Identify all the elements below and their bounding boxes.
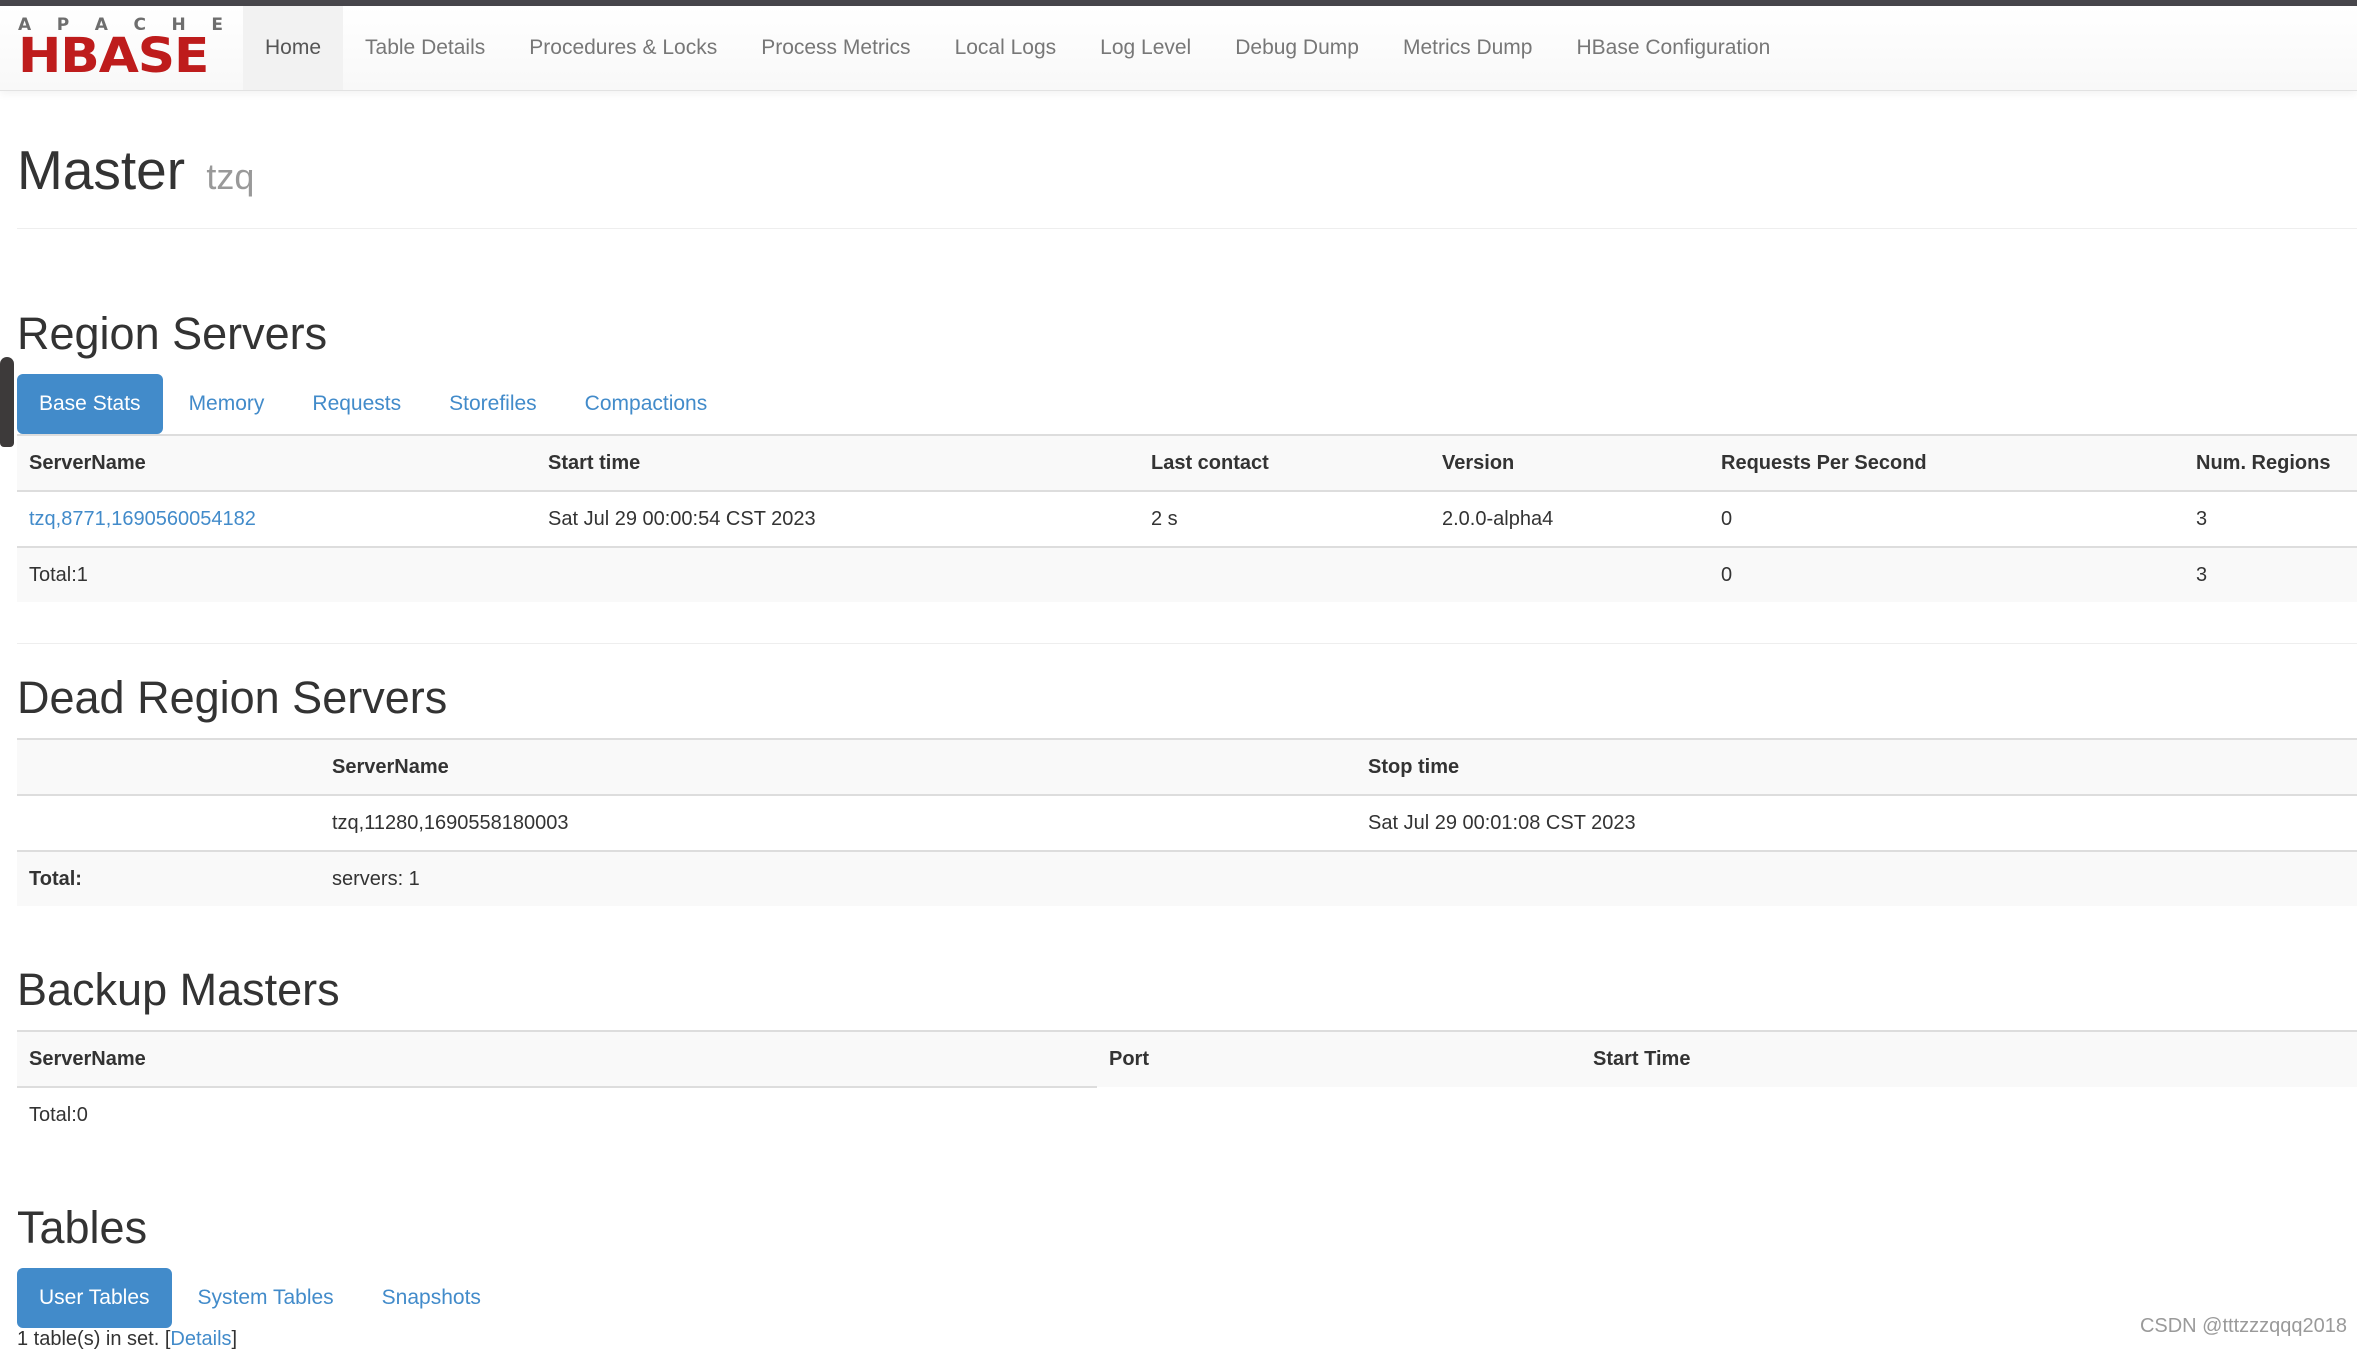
nav-table-details[interactable]: Table Details xyxy=(343,6,507,90)
region-server-link[interactable]: tzq,8771,1690560054182 xyxy=(29,508,256,530)
tables-tabs: User Tables System Tables Snapshots xyxy=(17,1268,507,1328)
section-divider xyxy=(17,643,2357,644)
nav-procedures-locks[interactable]: Procedures & Locks xyxy=(507,6,739,90)
table-header-row: ServerName Stop time xyxy=(17,738,2357,795)
num-regions-cell: 3 xyxy=(2184,490,2357,547)
stop-time-cell: Sat Jul 29 00:01:08 CST 2023 xyxy=(1356,794,2357,851)
col-start-time[interactable]: Start Time xyxy=(1581,1030,2357,1087)
region-servers-table: ServerName Start time Last contact Versi… xyxy=(17,434,2357,602)
watermark: CSDN @tttzzzqqq2018 xyxy=(2139,1315,2347,1337)
tables-heading: Tables xyxy=(17,1202,148,1253)
tab-compactions[interactable]: Compactions xyxy=(563,374,730,434)
navbar: APACHE HBASE Home Table Details Procedur… xyxy=(0,6,2357,91)
master-hostname: tzq xyxy=(206,156,255,197)
col-server-name[interactable]: ServerName xyxy=(17,434,536,491)
table-row: tzq,8771,1690560054182 Sat Jul 29 00:00:… xyxy=(17,490,2357,547)
col-num-regions[interactable]: Num. Regions xyxy=(2184,434,2357,491)
table-row: tzq,11280,1690558180003 Sat Jul 29 00:01… xyxy=(17,794,2357,851)
total-servers: servers: 1 xyxy=(320,850,1356,906)
nav-process-metrics[interactable]: Process Metrics xyxy=(739,6,932,90)
nav-hbase-configuration[interactable]: HBase Configuration xyxy=(1554,6,1792,90)
table-header-row: ServerName Port Start Time xyxy=(17,1030,2357,1087)
tab-requests[interactable]: Requests xyxy=(290,374,423,434)
table-total-row: Total:0 xyxy=(17,1086,2357,1142)
dead-server-name-cell: tzq,11280,1690558180003 xyxy=(320,794,1356,851)
page-header: Master tzq xyxy=(17,138,2357,229)
tab-user-tables[interactable]: User Tables xyxy=(17,1268,172,1328)
logo-hbase-text: HBASE xyxy=(18,28,209,84)
col-version[interactable]: Version xyxy=(1430,434,1709,491)
col-server-name[interactable]: ServerName xyxy=(320,738,1356,795)
nav-metrics-dump[interactable]: Metrics Dump xyxy=(1381,6,1555,90)
total-label: Total:1 xyxy=(17,546,536,602)
tab-snapshots[interactable]: Snapshots xyxy=(360,1268,503,1328)
tab-base-stats[interactable]: Base Stats xyxy=(17,374,163,434)
start-time-cell: Sat Jul 29 00:00:54 CST 2023 xyxy=(536,490,1139,547)
tab-memory[interactable]: Memory xyxy=(167,374,287,434)
table-total-row: Total: servers: 1 xyxy=(17,850,2357,906)
main-nav: Home Table Details Procedures & Locks Pr… xyxy=(243,6,1792,90)
side-scroll-handle[interactable] xyxy=(0,357,14,447)
total-label: Total:0 xyxy=(17,1086,1097,1142)
nav-debug-dump[interactable]: Debug Dump xyxy=(1213,6,1381,90)
col-last-contact[interactable]: Last contact xyxy=(1139,434,1430,491)
col-start-time[interactable]: Start time xyxy=(536,434,1139,491)
table-total-row: Total:1 0 3 xyxy=(17,546,2357,602)
backup-masters-heading: Backup Masters xyxy=(17,964,340,1015)
nav-home[interactable]: Home xyxy=(243,6,344,90)
page-title: Master tzq xyxy=(17,139,255,201)
col-server-name[interactable]: ServerName xyxy=(17,1030,1097,1087)
col-stop-time[interactable]: Stop time xyxy=(1356,738,2357,795)
last-contact-cell: 2 s xyxy=(1139,490,1430,547)
details-link[interactable]: Details xyxy=(170,1328,231,1350)
total-num-regions: 3 xyxy=(2184,546,2357,602)
total-requests-per-second: 0 xyxy=(1709,546,2184,602)
total-label: Total: xyxy=(17,850,320,906)
backup-masters-table: ServerName Port Start Time Total:0 xyxy=(17,1030,2357,1142)
hbase-logo[interactable]: APACHE HBASE xyxy=(18,16,223,80)
requests-per-second-cell: 0 xyxy=(1709,490,2184,547)
col-requests-per-second[interactable]: Requests Per Second xyxy=(1709,434,2184,491)
version-cell: 2.0.0-alpha4 xyxy=(1430,490,1709,547)
tables-summary: 1 table(s) in set. [Details] xyxy=(17,1328,238,1350)
tab-storefiles[interactable]: Storefiles xyxy=(427,374,559,434)
table-header-row: ServerName Start time Last contact Versi… xyxy=(17,434,2357,491)
col-port[interactable]: Port xyxy=(1097,1030,1581,1087)
region-servers-heading: Region Servers xyxy=(17,308,328,359)
nav-log-level[interactable]: Log Level xyxy=(1078,6,1213,90)
region-servers-tabs: Base Stats Memory Requests Storefiles Co… xyxy=(17,374,733,434)
dead-region-servers-heading: Dead Region Servers xyxy=(17,672,448,723)
nav-local-logs[interactable]: Local Logs xyxy=(933,6,1079,90)
tab-system-tables[interactable]: System Tables xyxy=(176,1268,356,1328)
dead-region-servers-table: ServerName Stop time tzq,11280,169055818… xyxy=(17,738,2357,906)
